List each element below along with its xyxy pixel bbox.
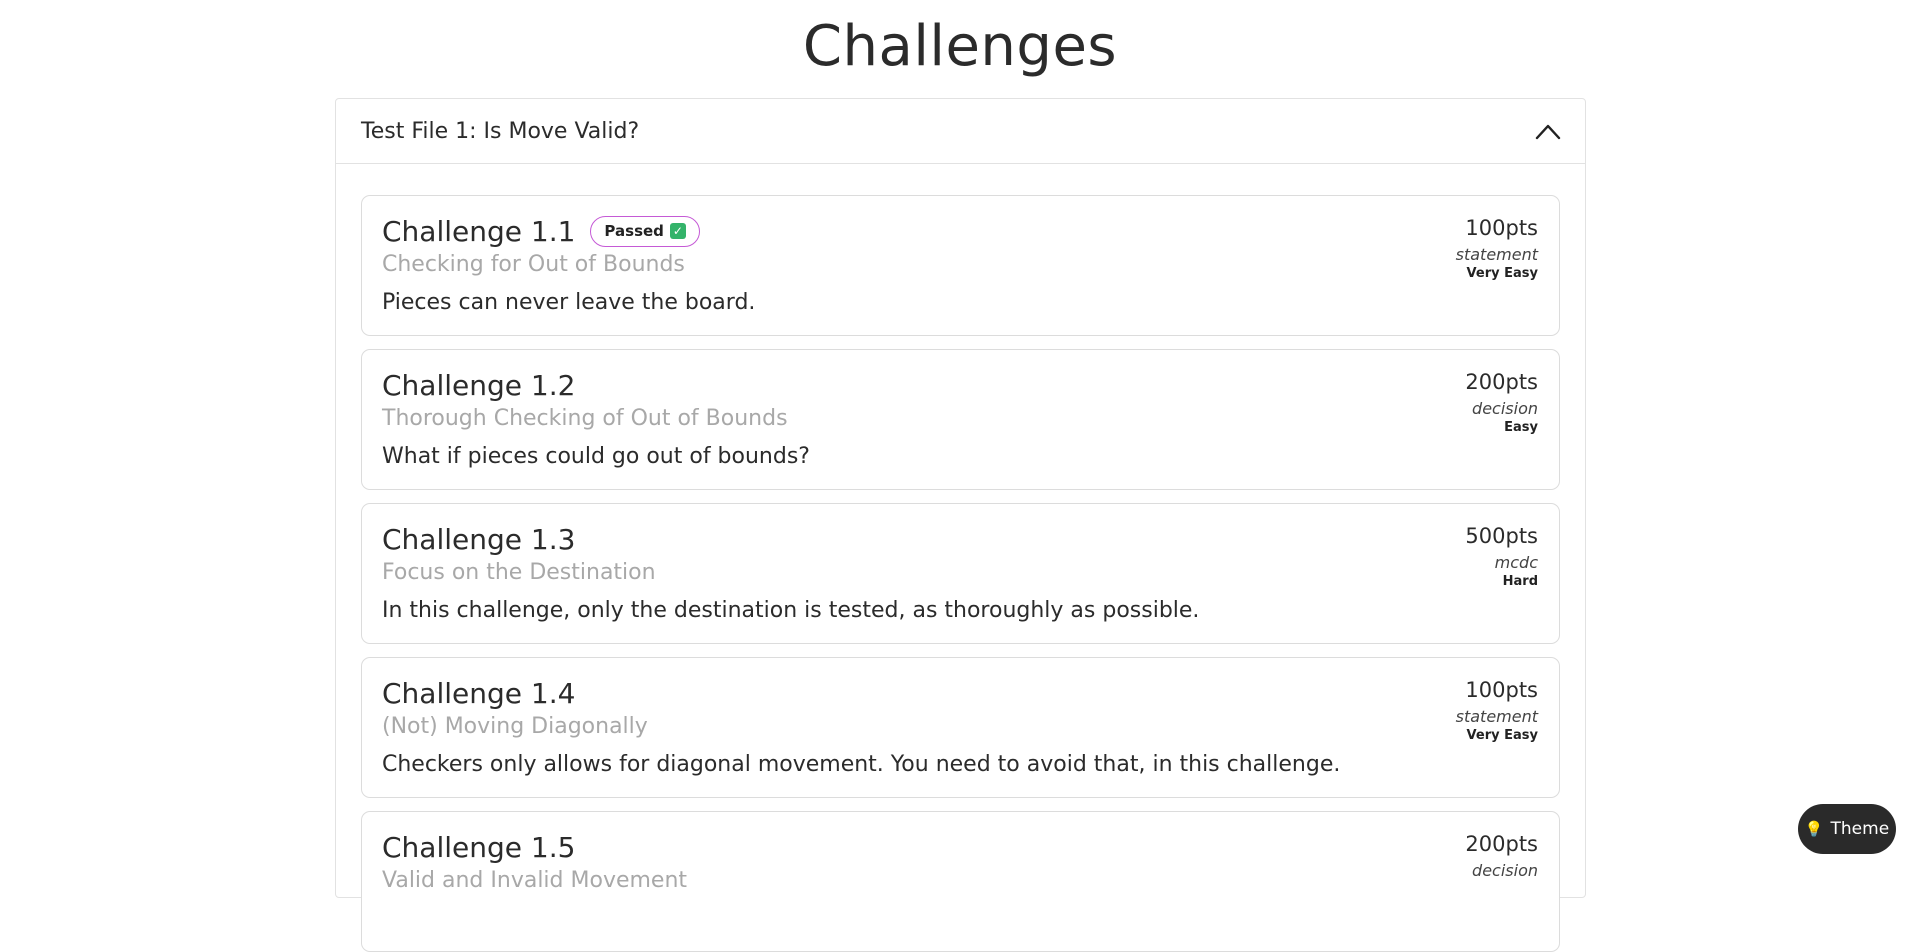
challenge-points: 500pts (1465, 524, 1538, 548)
check-icon: ✓ (669, 223, 686, 239)
challenge-card[interactable]: Challenge 1.4 (Not) Moving Diagonally Ch… (361, 657, 1560, 798)
challenge-points: 100pts (1465, 678, 1538, 702)
challenge-points: 100pts (1465, 216, 1538, 240)
challenge-points: 200pts (1465, 832, 1538, 856)
challenge-meta: 100pts statement Very Easy (1456, 677, 1538, 744)
challenge-coverage: statement (1455, 245, 1538, 264)
challenge-card[interactable]: Challenge 1.2 Thorough Checking of Out o… (361, 349, 1560, 490)
challenge-description: Pieces can never leave the board. (382, 290, 756, 315)
challenge-title: Challenge 1.2 (382, 368, 576, 402)
theme-button-label: Theme (1830, 819, 1890, 839)
challenge-description: What if pieces could go out of bounds? (382, 444, 810, 469)
challenge-title: Challenge 1.5 (382, 830, 576, 864)
challenge-subtitle: Valid and Invalid Movement (382, 868, 688, 893)
challenge-meta: 200pts decision (1465, 831, 1538, 882)
challenge-title: Challenge 1.3 (382, 522, 576, 556)
passed-badge: Passed ✓ (590, 215, 700, 247)
page-title: Challenges (802, 14, 1118, 79)
challenge-coverage: decision (1472, 399, 1538, 418)
challenge-card[interactable]: Challenge 1.1 Passed ✓ Checking for Out … (361, 195, 1560, 336)
challenge-subtitle: Thorough Checking of Out of Bounds (382, 406, 788, 431)
challenge-meta: 500pts mcdc Hard (1465, 523, 1538, 590)
challenge-list: Challenge 1.1 Passed ✓ Checking for Out … (336, 164, 1585, 952)
test-file-accordion: Test File 1: Is Move Valid? Challenge 1.… (335, 98, 1586, 952)
challenge-description: In this challenge, only the destination … (382, 598, 1200, 623)
challenge-difficulty: Very Easy (1466, 728, 1538, 743)
challenge-card[interactable]: Challenge 1.3 Focus on the Destination I… (361, 503, 1560, 644)
challenge-points: 200pts (1465, 370, 1538, 394)
challenge-difficulty: Easy (1504, 420, 1538, 435)
challenge-difficulty: Hard (1502, 574, 1538, 589)
accordion-title: Test File 1: Is Move Valid? (361, 118, 640, 144)
theme-toggle-button[interactable]: 💡 Theme (1798, 804, 1896, 854)
accordion-header[interactable]: Test File 1: Is Move Valid? (336, 99, 1585, 164)
challenge-difficulty: Very Easy (1466, 266, 1538, 281)
challenge-description: Checkers only allows for diagonal moveme… (382, 752, 1341, 777)
challenge-meta: 200pts decision Easy (1465, 369, 1538, 436)
challenge-coverage: decision (1472, 861, 1538, 880)
challenge-subtitle: Focus on the Destination (382, 560, 656, 585)
chevron-up-icon[interactable] (1535, 122, 1561, 140)
challenge-subtitle: (Not) Moving Diagonally (382, 714, 648, 739)
challenge-title: Challenge 1.4 (382, 676, 576, 710)
challenge-title: Challenge 1.1 (382, 214, 576, 248)
challenge-meta: 100pts statement Very Easy (1456, 215, 1538, 282)
challenge-card[interactable]: Challenge 1.5 Valid and Invalid Movement… (361, 811, 1560, 952)
badge-label: Passed (604, 222, 664, 240)
challenge-subtitle: Checking for Out of Bounds (382, 252, 685, 277)
lightbulb-icon: 💡 (1804, 820, 1824, 838)
challenge-coverage: mcdc (1494, 553, 1538, 572)
challenge-coverage: statement (1455, 707, 1538, 726)
